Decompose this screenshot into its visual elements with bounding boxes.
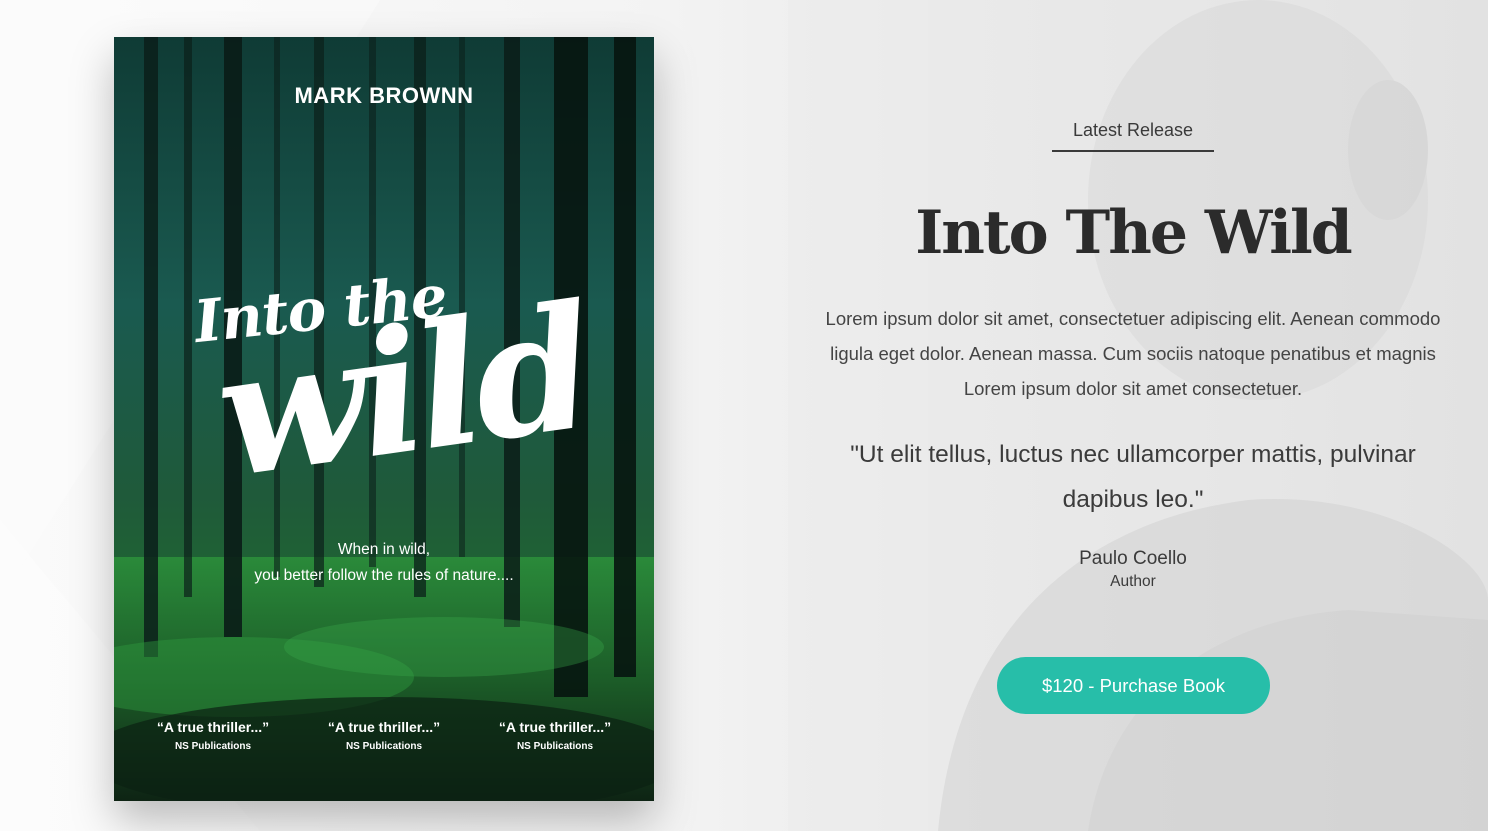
cover-review: “A true thriller...” NS Publications [470,719,640,752]
cover-tagline: When in wild, you better follow the rule… [114,537,654,589]
release-details: Latest Release Into The Wild Lorem ipsum… [805,0,1461,831]
book-release-section: MARK BROWNN Into the wild When in wild, … [0,0,1488,831]
cover-reviews: “A true thriller...” NS Publications “A … [128,719,640,752]
cover-review: “A true thriller...” NS Publications [299,719,469,752]
book-description: Lorem ipsum dolor sit amet, consectetuer… [825,308,1441,399]
review-quote: “A true thriller...” [156,719,270,735]
cover-author-name: MARK BROWNN [294,83,474,108]
book-title: Into The Wild [915,198,1353,268]
quote-author-name: Paulo Coello [1079,548,1187,569]
review-source: NS Publications [516,741,594,752]
latest-release-text: Latest Release [1051,120,1215,152]
cover-review: “A true thriller...” NS Publications [128,719,298,752]
cover-title-line2: wild [205,267,601,517]
quote-author-role: Author [1110,573,1156,590]
testimonial-quote: "Ut elit tellus, luctus nec ullamcorper … [850,441,1416,513]
purchase-book-button[interactable]: $120 - Purchase Book [997,657,1270,714]
review-quote: “A true thriller...” [498,719,612,735]
review-quote: “A true thriller...” [327,719,441,735]
cover-tagline-line2: you better follow the rules of nature...… [254,567,514,584]
review-source: NS Publications [174,741,252,752]
cover-tagline-line1: When in wild, [337,541,431,558]
latest-release-label: Latest Release [805,120,1461,152]
review-source: NS Publications [345,741,423,752]
book-cover: MARK BROWNN Into the wild When in wild, … [114,37,654,801]
